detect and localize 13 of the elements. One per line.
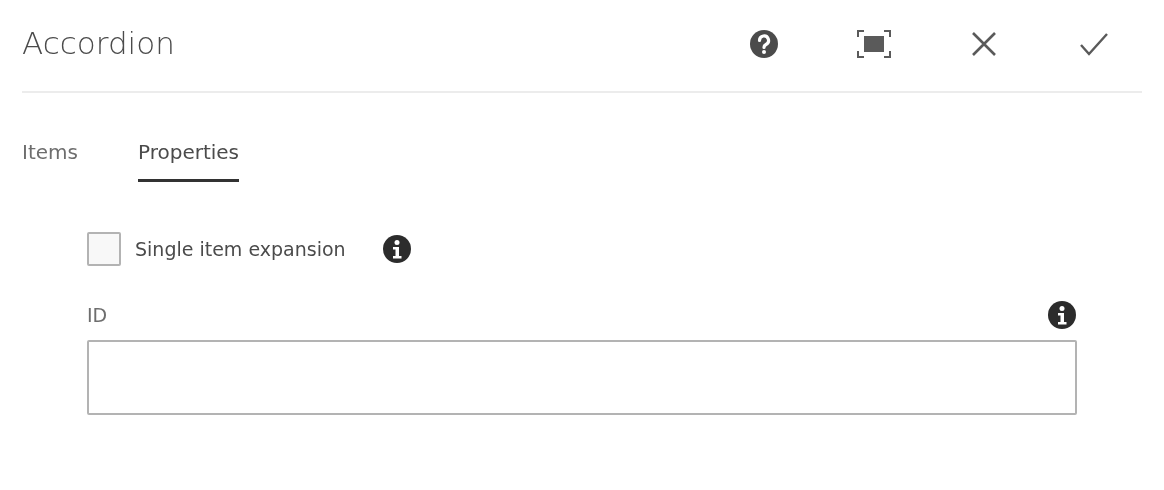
text-field[interactable] [87,340,1077,415]
tab[interactable]: Items [22,131,78,182]
dialog-title: Accordion [22,24,175,63]
info-icon[interactable] [381,234,412,264]
checkbox-label: Single item expansion [135,236,346,262]
fullscreen-icon [857,29,891,58]
close-icon [971,30,997,57]
help-icon [749,28,779,59]
checkmark-icon [1080,31,1108,56]
info-icon[interactable] [1047,300,1077,330]
field-label: ID [87,302,108,328]
tab[interactable]: Properties [137,131,240,182]
checkbox[interactable] [87,232,121,266]
